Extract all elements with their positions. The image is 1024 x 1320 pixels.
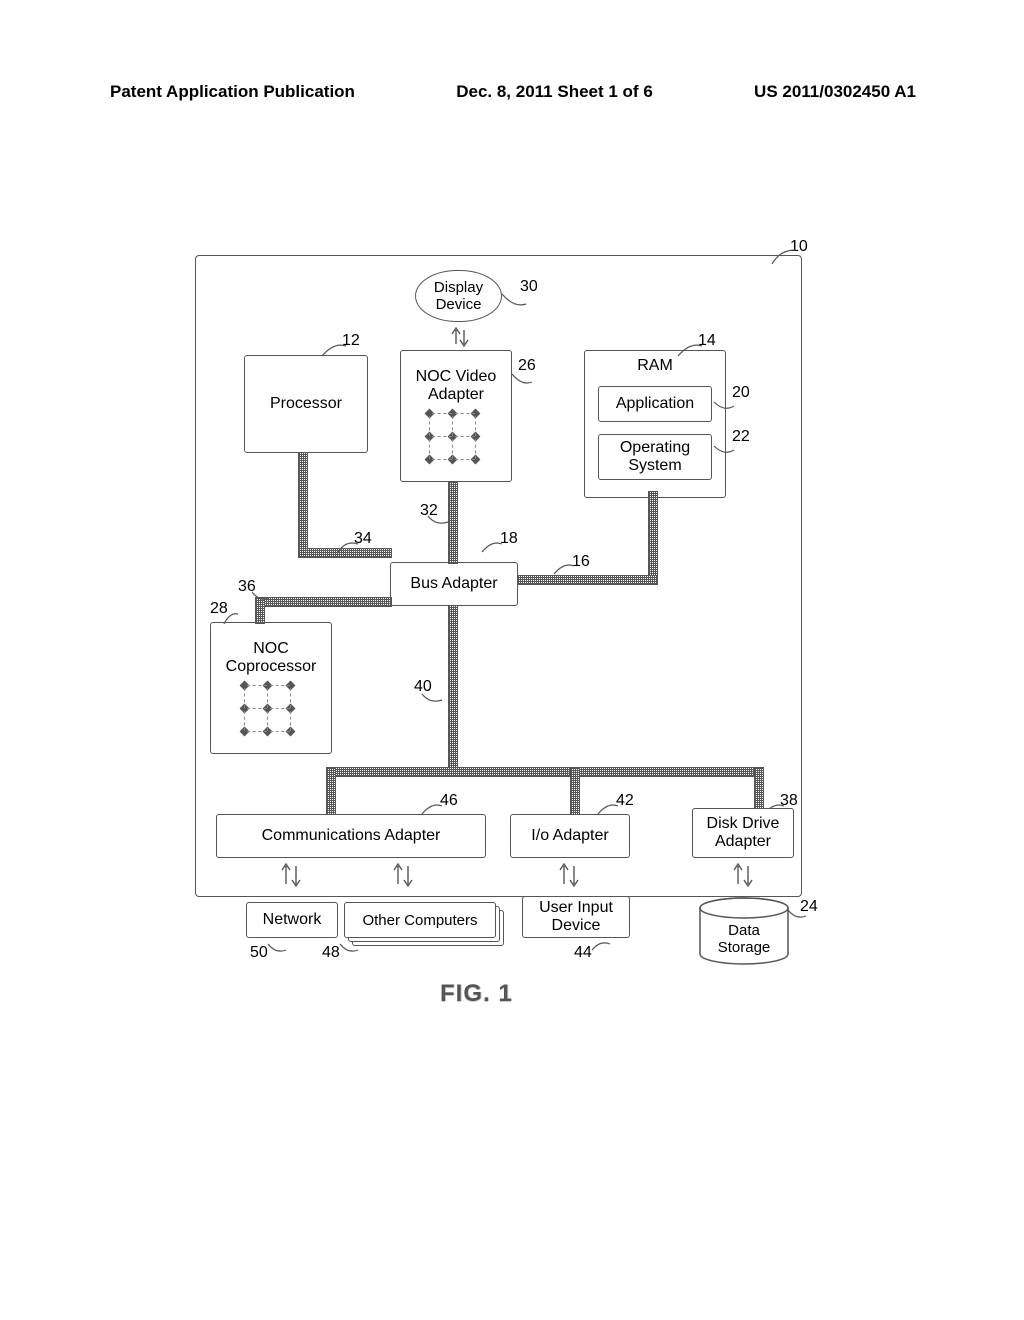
comm-adapter-block: Communications Adapter xyxy=(216,814,486,858)
application-label: Application xyxy=(616,395,694,413)
bus-to-io xyxy=(570,767,580,816)
comm-adapter-label: Communications Adapter xyxy=(262,827,441,845)
noc-video-adapter-block: NOC Video Adapter xyxy=(400,350,512,482)
bus-ram-v xyxy=(648,491,658,577)
other-computers-label: Other Computers xyxy=(362,912,477,929)
io-adapter-label: I/o Adapter xyxy=(531,827,608,845)
pub-type: Patent Application Publication xyxy=(110,82,355,102)
bus-processor xyxy=(298,452,308,550)
user-input-label: User Input Device xyxy=(539,899,613,935)
os-block: Operating System xyxy=(598,434,712,480)
bus-exp-v xyxy=(448,605,458,769)
noc-video-adapter-label: NOC Video Adapter xyxy=(416,368,497,404)
processor-block: Processor xyxy=(244,355,368,453)
ram-label: RAM xyxy=(637,357,673,375)
io-adapter-block: I/o Adapter xyxy=(510,814,630,858)
bus-to-comm xyxy=(326,767,336,816)
disk-drive-adapter-block: Disk Drive Adapter xyxy=(692,808,794,858)
data-storage-label: Data Storage xyxy=(694,922,794,956)
processor-label: Processor xyxy=(270,395,342,413)
user-input-block: User Input Device xyxy=(522,896,630,938)
bus-ext-h xyxy=(255,597,392,607)
application-block: Application xyxy=(598,386,712,422)
noc-grid-icon xyxy=(426,410,486,470)
noc-coprocessor-label: NOC Coprocessor xyxy=(226,640,317,676)
network-block: Network xyxy=(246,902,338,938)
data-storage-block: Data Storage xyxy=(694,896,794,973)
sheet-info: Dec. 8, 2011 Sheet 1 of 6 xyxy=(456,82,653,102)
disk-drive-adapter-label: Disk Drive Adapter xyxy=(707,815,780,851)
pub-number: US 2011/0302450 A1 xyxy=(754,82,916,102)
bus-ram-h xyxy=(517,575,658,585)
noc-grid-icon-2 xyxy=(241,682,301,742)
noc-coprocessor-block: NOC Coprocessor xyxy=(210,622,332,754)
display-device-block: Display Device xyxy=(415,270,502,322)
bus-bottom-h xyxy=(326,767,764,777)
bus-adapter-label: Bus Adapter xyxy=(410,575,497,593)
os-label: Operating System xyxy=(620,439,690,475)
figure-caption: FIG. 1 xyxy=(440,980,513,1008)
display-device-label: Display Device xyxy=(434,279,483,313)
network-label: Network xyxy=(263,911,322,929)
bus-adapter-block: Bus Adapter xyxy=(390,562,518,606)
